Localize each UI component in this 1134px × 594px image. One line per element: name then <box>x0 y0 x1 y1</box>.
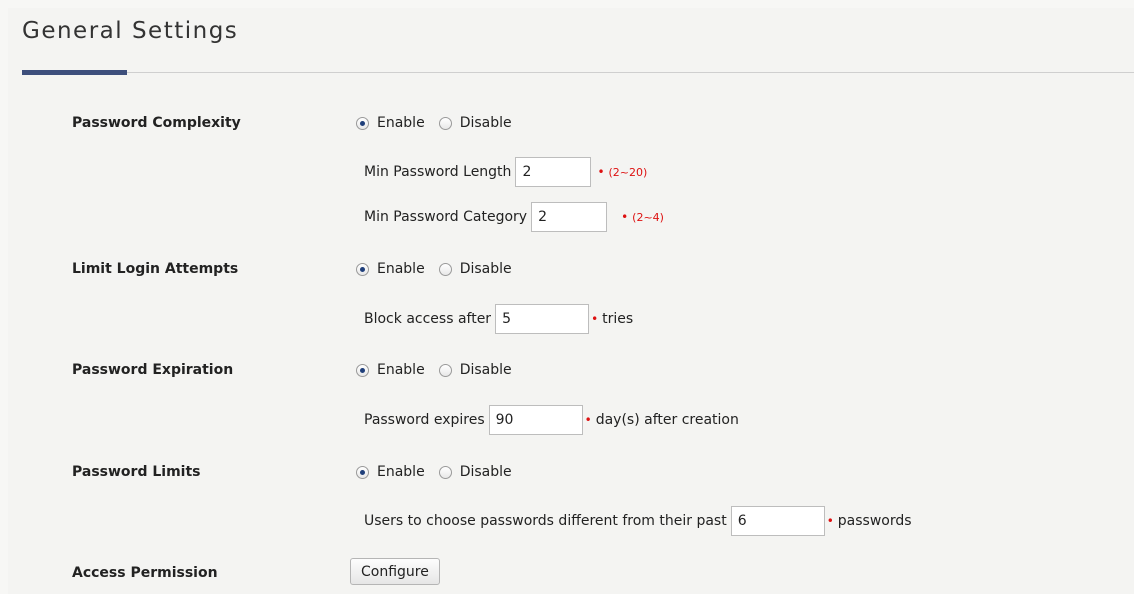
min-password-category-label: Min Password Category <box>364 209 528 225</box>
limit-login-radio-group: Enable Disable <box>356 261 526 277</box>
password-complexity-radio-group: Enable Disable <box>356 115 526 131</box>
password-history-row: Users to choose passwords different from… <box>364 506 912 536</box>
min-password-category-row: Min Password Category • (2~4) <box>364 202 664 232</box>
password-expires-label: Password expires <box>364 412 485 428</box>
min-password-length-label: Min Password Length <box>364 164 512 180</box>
password-expires-suffix: day(s) after creation <box>595 412 739 428</box>
radio-disable-label: Disable <box>459 115 512 131</box>
password-history-label: Users to choose passwords different from… <box>364 513 727 529</box>
password-limits-enable-radio[interactable] <box>356 465 369 479</box>
required-marker: • <box>584 413 592 427</box>
block-access-row: Block access after • tries <box>364 304 633 334</box>
password-expires-days-input[interactable] <box>488 405 583 435</box>
configure-button[interactable]: Configure <box>350 558 440 585</box>
radio-disable-label: Disable <box>459 362 512 378</box>
password-expiration-enable-radio[interactable] <box>356 363 369 377</box>
radio-enable-label: Enable <box>377 362 425 378</box>
password-complexity-enable-radio[interactable] <box>356 116 369 130</box>
password-limits-radio-group: Enable Disable <box>356 464 526 480</box>
min-password-category-hint: (2~4) <box>632 210 664 224</box>
required-marker: • <box>826 514 834 528</box>
password-expiration-radio-group: Enable Disable <box>356 362 526 378</box>
password-limits-disable-radio[interactable] <box>438 465 452 479</box>
password-complexity-label: Password Complexity <box>72 115 241 131</box>
title-divider <box>22 72 1134 73</box>
min-password-length-hint: (2~20) <box>608 165 648 179</box>
radio-enable-label: Enable <box>377 464 425 480</box>
min-password-category-input[interactable] <box>531 202 608 232</box>
password-expiration-label: Password Expiration <box>72 362 234 378</box>
title-accent-bar <box>22 70 127 75</box>
access-permission-label: Access Permission <box>72 565 218 581</box>
password-expiration-disable-radio[interactable] <box>438 363 452 377</box>
radio-enable-label: Enable <box>377 261 425 277</box>
required-marker: • <box>591 312 599 326</box>
block-access-label: Block access after <box>364 311 492 327</box>
min-password-length-row: Min Password Length • (2~20) <box>364 157 647 187</box>
required-marker: • <box>621 210 629 224</box>
limit-login-disable-radio[interactable] <box>438 262 452 276</box>
min-password-length-input[interactable] <box>515 157 592 187</box>
password-history-count-input[interactable] <box>730 506 825 536</box>
radio-enable-label: Enable <box>377 115 425 131</box>
password-limits-label: Password Limits <box>72 464 201 480</box>
password-history-suffix: passwords <box>837 513 912 529</box>
page-title: General Settings <box>22 18 239 44</box>
limit-login-enable-radio[interactable] <box>356 262 369 276</box>
radio-disable-label: Disable <box>459 464 512 480</box>
required-marker: • <box>597 165 605 179</box>
limit-login-attempts-label: Limit Login Attempts <box>72 261 239 277</box>
password-expires-row: Password expires • day(s) after creation <box>364 405 739 435</box>
block-access-tries-input[interactable] <box>495 304 590 334</box>
block-access-suffix: tries <box>602 311 634 327</box>
password-complexity-disable-radio[interactable] <box>438 116 452 130</box>
radio-disable-label: Disable <box>459 261 512 277</box>
